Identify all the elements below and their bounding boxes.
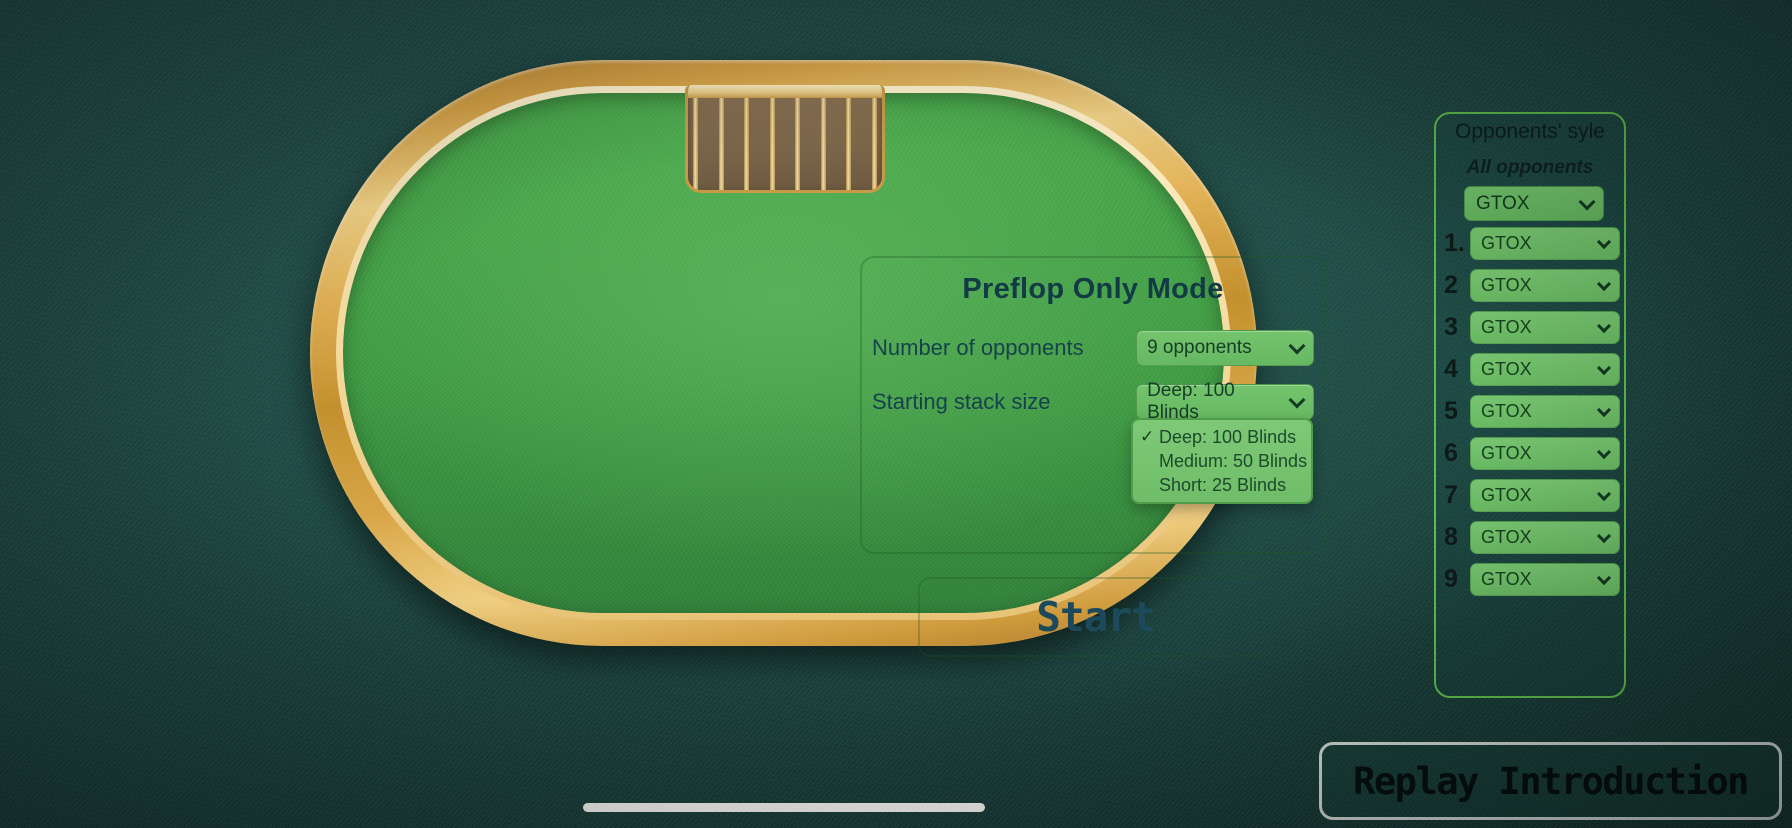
opponent-row-2: 2 GTOX	[1444, 269, 1620, 302]
chip-rack-divider	[769, 98, 775, 190]
dropdown-option-label: Deep: 100 Blinds	[1159, 427, 1297, 447]
opponent-style-select-9[interactable]: GTOX	[1470, 563, 1620, 596]
replay-introduction-button[interactable]: Replay Introduction	[1319, 742, 1782, 820]
replay-introduction-label: Replay Introduction	[1353, 759, 1749, 803]
opponent-row-9: 9 GTOX	[1444, 563, 1620, 596]
setting-row-number-of-opponents: Number of opponents 9 opponents	[872, 330, 1314, 366]
opponent-style-value-4: GTOX	[1481, 359, 1532, 379]
opponent-row-6: 6 GTOX	[1444, 437, 1620, 470]
chevron-down-icon	[1596, 528, 1612, 543]
opponent-row-4: 4 GTOX	[1444, 353, 1620, 386]
chevron-down-icon	[1596, 570, 1612, 585]
starting-stack-size-select[interactable]: Deep: 100 Blinds	[1136, 380, 1314, 423]
setting-row-starting-stack-size: Starting stack size Deep: 100 Blinds	[872, 380, 1314, 423]
settings-panel: Preflop Only Mode Number of opponents 9 …	[860, 256, 1326, 554]
all-opponents-label: All opponents	[1466, 157, 1594, 178]
chip-rack-divider	[871, 98, 877, 190]
opponent-style-select-7[interactable]: GTOX	[1470, 479, 1620, 512]
chip-rack-divider	[744, 98, 750, 190]
opponent-row-5: 5 GTOX	[1444, 395, 1620, 428]
opponent-style-select-8[interactable]: GTOX	[1470, 521, 1620, 554]
opponent-style-value-1: GTOX	[1481, 233, 1532, 253]
chip-rack	[685, 85, 885, 193]
chevron-down-icon	[1596, 234, 1612, 249]
chevron-down-icon	[1596, 318, 1612, 333]
start-button[interactable]: Start	[918, 577, 1273, 657]
all-opponents-value: GTOX	[1476, 192, 1530, 214]
chip-rack-divider	[718, 98, 724, 190]
opponent-row-1: 1. GTOX	[1444, 227, 1620, 260]
chevron-down-icon	[1596, 444, 1612, 459]
number-of-opponents-value: 9 opponents	[1147, 337, 1252, 358]
opponent-style-select-6[interactable]: GTOX	[1470, 437, 1620, 470]
opponent-row-7: 7 GTOX	[1444, 479, 1620, 512]
chevron-down-icon	[1596, 486, 1612, 501]
chip-rack-divider	[693, 98, 698, 190]
start-button-label: Start	[1036, 593, 1155, 641]
starting-stack-size-dropdown-list[interactable]: ✓ Deep: 100 Blinds Medium: 50 Blinds Sho…	[1131, 418, 1313, 504]
opponent-style-value-7: GTOX	[1481, 485, 1532, 505]
opponent-row-3: 3 GTOX	[1444, 311, 1620, 344]
opponent-style-value-8: GTOX	[1481, 527, 1532, 547]
dropdown-option-short[interactable]: Short: 25 Blinds	[1133, 473, 1311, 497]
dropdown-option-label: Medium: 50 Blinds	[1159, 451, 1308, 471]
dropdown-option-label: Short: 25 Blinds	[1159, 475, 1287, 495]
poker-table: Preflop Only Mode Number of opponents 9 …	[310, 60, 1326, 657]
opponent-index-6: 6	[1444, 439, 1458, 467]
opponent-style-value-9: GTOX	[1481, 569, 1532, 589]
opponent-style-value-3: GTOX	[1481, 317, 1532, 337]
all-opponents-select[interactable]: GTOX	[1464, 186, 1604, 221]
chip-rack-divider	[795, 98, 801, 190]
opponent-style-value-5: GTOX	[1481, 401, 1532, 421]
starting-stack-size-label: Starting stack size	[872, 389, 1051, 414]
check-icon: ✓	[1140, 427, 1155, 446]
chevron-down-icon	[1596, 402, 1612, 417]
opponent-style-select-1[interactable]: GTOX	[1470, 227, 1620, 260]
chip-rack-top-edge	[688, 85, 882, 98]
chip-rack-divider	[820, 98, 826, 190]
opponent-index-9: 9	[1444, 565, 1458, 593]
opponents-style-panel: Opponents' syle All opponents GTOX 1. GT…	[1434, 112, 1626, 698]
opponent-style-select-5[interactable]: GTOX	[1470, 395, 1620, 428]
chevron-down-icon	[1288, 337, 1306, 355]
chip-rack-slots	[688, 98, 882, 190]
opponent-index-3: 3	[1444, 313, 1458, 341]
opponent-row-8: 8 GTOX	[1444, 521, 1620, 554]
chevron-down-icon	[1578, 193, 1596, 210]
dropdown-option-deep[interactable]: ✓ Deep: 100 Blinds	[1133, 425, 1311, 449]
number-of-opponents-select[interactable]: 9 opponents	[1136, 330, 1314, 366]
chevron-down-icon	[1596, 276, 1612, 291]
opponents-style-title: Opponents' syle	[1455, 120, 1605, 143]
opponent-index-5: 5	[1444, 397, 1458, 425]
opponent-style-select-3[interactable]: GTOX	[1470, 311, 1620, 344]
opponent-style-value-2: GTOX	[1481, 275, 1532, 295]
dropdown-option-medium[interactable]: Medium: 50 Blinds	[1133, 449, 1311, 473]
page-title: Preflop Only Mode	[962, 273, 1224, 305]
opponent-index-4: 4	[1444, 355, 1458, 383]
opponent-style-select-4[interactable]: GTOX	[1470, 353, 1620, 386]
opponent-style-select-2[interactable]: GTOX	[1470, 269, 1620, 302]
chevron-down-icon	[1288, 391, 1306, 409]
opponent-index-7: 7	[1444, 481, 1458, 509]
chevron-down-icon	[1596, 360, 1612, 375]
opponent-index-1: 1.	[1444, 229, 1465, 257]
chip-rack-divider	[846, 98, 852, 190]
home-indicator	[583, 803, 985, 812]
opponent-index-2: 2	[1444, 271, 1458, 299]
number-of-opponents-label: Number of opponents	[872, 335, 1084, 360]
opponent-style-value-6: GTOX	[1481, 443, 1532, 463]
opponent-index-8: 8	[1444, 523, 1458, 551]
